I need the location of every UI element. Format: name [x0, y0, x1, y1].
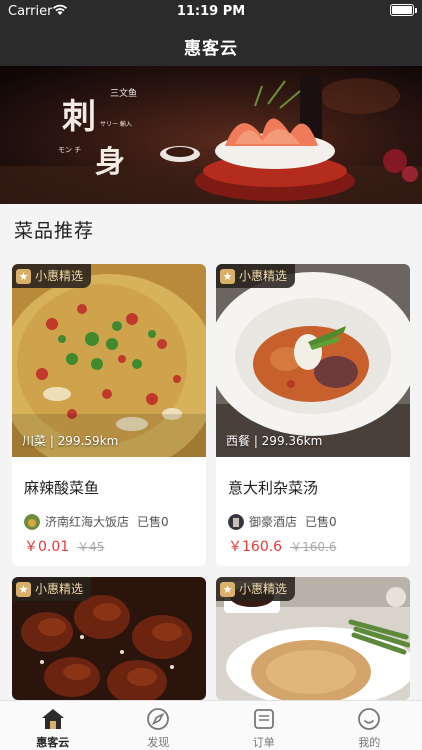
banner-small-2: サリー 輸入: [100, 120, 132, 128]
current-price: ￥160.6: [228, 539, 283, 555]
star-icon: ★: [220, 268, 235, 284]
shop-row: 济南红海大饭店 已售0: [24, 513, 169, 530]
tab-profile[interactable]: 我的: [317, 701, 422, 750]
dish-card[interactable]: ★ 小惠精选 西餐 | 299.36km 意大利杂菜汤 御豪酒店 已售0 ￥160…: [216, 264, 410, 566]
shop-avatar: [228, 513, 244, 530]
banner-char-1: 刺: [62, 97, 96, 137]
navigation-bar: Carrier 11:19 PM 惠客云: [0, 0, 422, 66]
profile-icon: [358, 708, 381, 730]
tag-label: 小惠精选: [239, 582, 288, 596]
tag-label: 小惠精选: [35, 269, 84, 283]
shop-name: 济南红海大饭店: [45, 515, 130, 529]
tab-label: 订单: [252, 736, 275, 749]
star-icon: ★: [220, 581, 235, 597]
tab-orders[interactable]: 订单: [211, 701, 317, 750]
star-icon: ★: [16, 268, 31, 284]
tab-discover[interactable]: 发现: [106, 701, 212, 750]
dish-card[interactable]: ★ 小惠精选: [216, 577, 410, 700]
price-row: ￥0.01 ￥45: [24, 536, 104, 556]
battery-icon: [390, 4, 417, 16]
dish-photo: [216, 264, 410, 457]
tab-home[interactable]: 惠客云: [0, 701, 106, 750]
page-title: 惠客云: [184, 39, 238, 59]
tab-label: 我的: [358, 736, 381, 749]
tab-bar: 惠客云 发现 订单 我的: [0, 700, 422, 750]
banner-small-1: モン チ: [58, 146, 81, 154]
tag-label: 小惠精选: [239, 269, 288, 283]
star-icon: ★: [16, 581, 31, 597]
order-icon: [253, 709, 274, 729]
featured-tag: ★ 小惠精选: [216, 264, 296, 288]
featured-tag: ★ 小惠精选: [216, 577, 296, 601]
shop-avatar: [24, 513, 40, 530]
compass-icon: [147, 708, 170, 730]
banner-char-2: 身: [95, 145, 125, 180]
dish-photo: [12, 264, 206, 457]
featured-tag: ★ 小惠精选: [12, 264, 92, 288]
tab-label: 惠客云: [36, 736, 70, 749]
dish-meta: 川菜 | 299.59km: [22, 434, 119, 448]
banner-subtitle: 三文鱼: [110, 87, 137, 99]
featured-tag: ★ 小惠精选: [12, 577, 92, 601]
price-row: ￥160.6 ￥160.6: [228, 536, 336, 556]
dish-name: 意大利杂菜汤: [228, 479, 319, 497]
dish-card[interactable]: ★ 小惠精选 川菜 | 299.59km 麻辣酸菜鱼 济南红海大饭店 已售0 ￥0…: [12, 264, 206, 566]
dish-name: 麻辣酸菜鱼: [24, 479, 100, 497]
sold-count: 已售0: [137, 515, 169, 529]
dish-meta: 西餐 | 299.36km: [226, 434, 323, 448]
original-price: ￥160.6: [290, 540, 337, 554]
status-bar: Carrier 11:19 PM: [0, 0, 422, 22]
section-title: 菜品推荐: [14, 220, 95, 242]
tab-label: 发现: [147, 736, 170, 749]
tag-label: 小惠精选: [35, 582, 84, 596]
current-price: ￥0.01: [24, 539, 70, 555]
shop-name: 御豪酒店: [249, 515, 298, 529]
original-price: ￥45: [77, 540, 105, 554]
promo-banner[interactable]: 刺 身 三文鱼 モン チ サリー 輸入: [0, 66, 422, 204]
clock: 11:19 PM: [176, 4, 246, 19]
shop-row: 御豪酒店 已售0: [228, 513, 337, 530]
home-icon: [41, 709, 64, 729]
dish-card[interactable]: ★ 小惠精选: [12, 577, 206, 700]
sold-count: 已售0: [305, 515, 337, 529]
